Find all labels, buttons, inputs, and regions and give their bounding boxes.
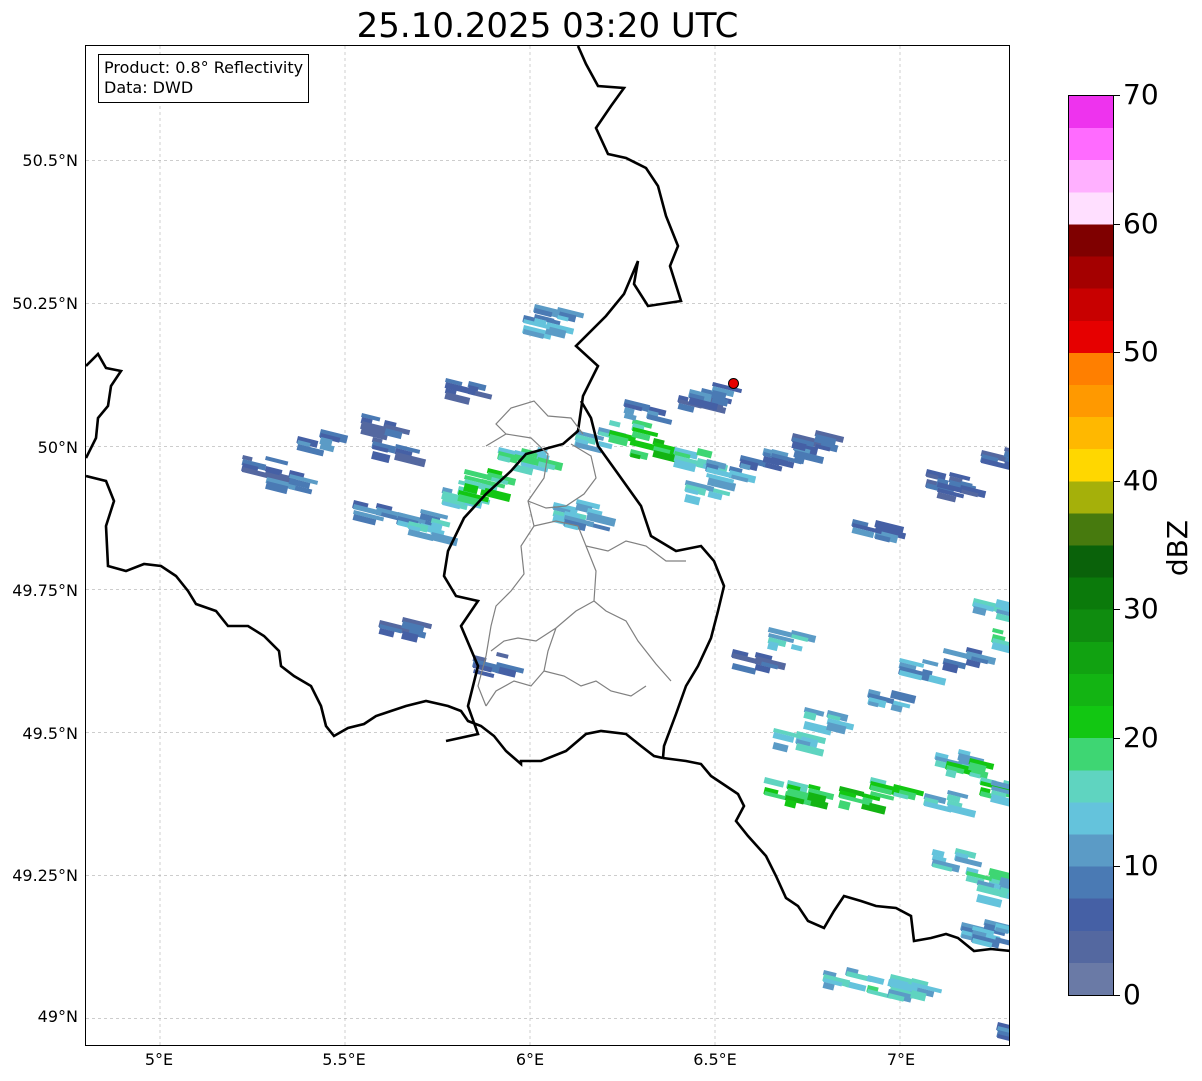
echo-cell [763, 777, 785, 788]
echo-cell [629, 439, 655, 451]
colorbar-tick-label: 30 [1123, 592, 1159, 626]
colorbar-tick-mark [1114, 609, 1120, 611]
colorbar [1068, 95, 1114, 996]
colorbar-tick-label: 40 [1123, 463, 1159, 497]
echo-cell [838, 799, 851, 811]
lon-tick-label: 5°E [144, 1050, 174, 1069]
lat-tick-label: 50°N [37, 438, 78, 457]
lon-tick-label: 7°E [886, 1050, 916, 1069]
colorbar-label: dBZ [1161, 519, 1194, 577]
lat-tick-label: 50.25°N [12, 294, 78, 313]
product-info-box: Product: 0.8° Reflectivity Data: DWD [98, 54, 310, 103]
colorbar-tick-label: 0 [1123, 978, 1141, 1011]
echo-cell [371, 451, 391, 464]
colorbar-tick-label: 50 [1123, 335, 1159, 369]
map-area[interactable] [85, 45, 1010, 1046]
lon-tick-label: 5.5°E [322, 1050, 366, 1069]
map-title: 25.10.2025 03:20 UTC [356, 6, 739, 46]
echo-cell [646, 413, 673, 425]
echo-cell [992, 627, 1004, 635]
colorbar-tick-mark [1114, 223, 1120, 225]
country-borders [86, 46, 1009, 953]
echo-cell [696, 448, 713, 459]
colorbar-tick-mark [1114, 480, 1120, 482]
data-source-label: Data: DWD [104, 78, 194, 97]
radar-map [86, 46, 1009, 1045]
lat-tick-label: 49.75°N [12, 581, 78, 600]
echo-cell [444, 392, 471, 405]
echo-cell [731, 663, 757, 675]
echo-cell [684, 494, 701, 506]
belgium-west-border [86, 351, 124, 459]
lat-tick-label: 50.5°N [22, 151, 78, 170]
echo-cell [608, 420, 621, 428]
lat-tick-label: 49.5°N [22, 724, 78, 743]
colorbar-tick-mark [1114, 352, 1120, 354]
colorbar-tick-mark [1114, 737, 1120, 739]
echo-cell [866, 975, 885, 985]
lat-tick-label: 49.25°N [12, 866, 78, 885]
product-label: Product: 0.8° Reflectivity [104, 58, 304, 77]
colorbar-tick-mark [1114, 95, 1120, 96]
lat-tick-label: 49°N [37, 1007, 78, 1026]
colorbar-tick-mark [1114, 866, 1120, 868]
lon-tick-label: 6.5°E [693, 1050, 737, 1069]
precipitation-echoes [241, 304, 1009, 1045]
echo-cell [790, 644, 803, 652]
echo-cell [496, 652, 509, 659]
echo-cell [922, 658, 939, 667]
colorbar-tick-label: 60 [1123, 206, 1159, 240]
colorbar-tick-label: 20 [1123, 720, 1159, 754]
colorbar-tick-mark [1114, 995, 1120, 996]
echo-cell [265, 456, 289, 466]
colorbar-tick-label: 70 [1123, 78, 1159, 111]
lon-tick-label: 6°E [515, 1050, 545, 1069]
radar-site-marker [728, 377, 739, 389]
graticule [86, 46, 1009, 1045]
echo-cell [772, 742, 789, 753]
colorbar-tick-label: 10 [1123, 849, 1159, 883]
